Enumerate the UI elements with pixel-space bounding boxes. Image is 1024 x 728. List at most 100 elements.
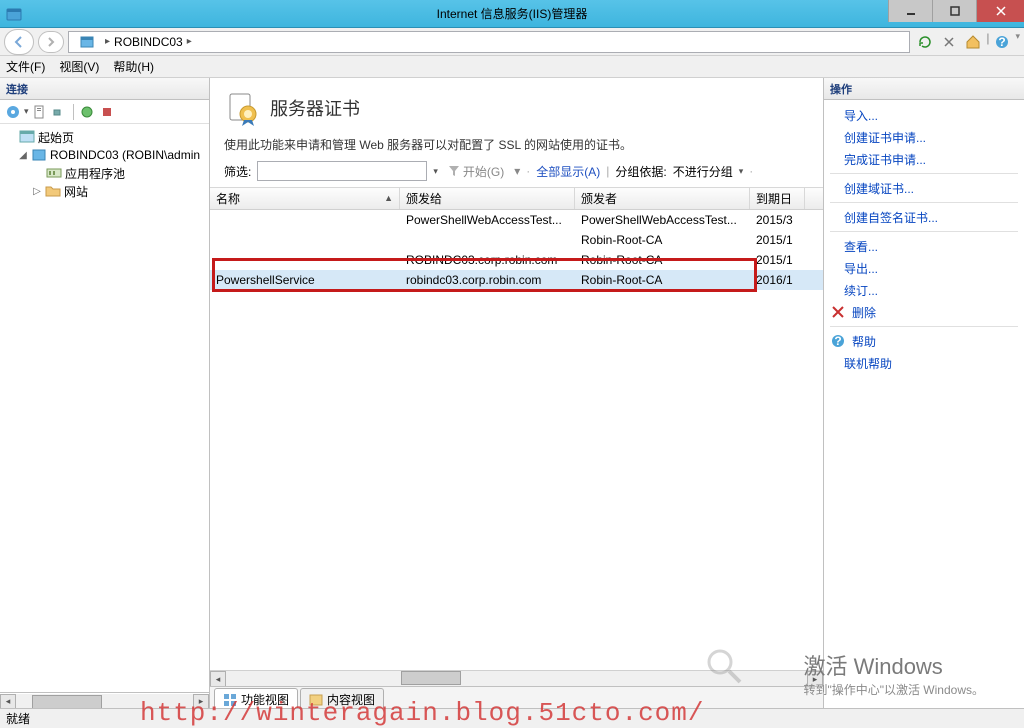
col-expiry[interactable]: 到期日 (750, 188, 805, 209)
tree-label: 网站 (64, 183, 88, 200)
refresh-icon[interactable] (914, 31, 936, 53)
col-issuer[interactable]: 颁发者 (575, 188, 750, 209)
table-row[interactable]: PowershellService robindc03.corp.robin.c… (210, 270, 823, 290)
home-icon[interactable] (962, 31, 984, 53)
tree-app-pools[interactable]: 应用程序池 (2, 164, 207, 182)
action-view[interactable]: 查看... (824, 235, 1024, 257)
chevron-right-icon: ▸ (187, 36, 192, 47)
collapse-icon[interactable]: ◢ (18, 150, 28, 161)
connect-icon[interactable] (4, 103, 22, 121)
action-complete-request[interactable]: 完成证书申请... (824, 148, 1024, 170)
tab-features[interactable]: 功能视图 (214, 688, 298, 710)
menu-help[interactable]: 帮助(H) (113, 58, 154, 75)
content-panel: 服务器证书 使用此功能来申请和管理 Web 服务器可以对配置了 SSL 的网站使… (210, 78, 824, 710)
tree-label: 应用程序池 (65, 165, 125, 182)
filter-label: 筛选: (224, 163, 251, 180)
separator (830, 231, 1018, 232)
action-create-request[interactable]: 创建证书申请... (824, 126, 1024, 148)
content-icon (309, 693, 323, 707)
center-scrollbar[interactable]: ◂ ▸ (210, 670, 823, 686)
col-name[interactable]: 名称▲ (210, 188, 400, 209)
connections-tree: 起始页 ◢ ROBINDC03 (ROBIN\admin 应用程序池 ▷ 网站 (0, 124, 209, 692)
connections-toolbar: ▾ (0, 100, 209, 124)
action-export[interactable]: 导出... (824, 257, 1024, 279)
actions-panel: 操作 导入... 创建证书申请... 完成证书申请... 创建域证书... 创建… (824, 78, 1024, 710)
action-help[interactable]: ? 帮助 (824, 330, 1024, 352)
doc-icon[interactable] (31, 103, 49, 121)
stop2-icon[interactable] (98, 103, 116, 121)
main-area: 连接 ▾ 起始页 ◢ ROBINDC03 (ROBIN\admin (0, 78, 1024, 710)
connections-header: 连接 (0, 78, 209, 100)
tree-label: ROBINDC03 (ROBIN\admin (50, 148, 200, 162)
action-import[interactable]: 导入... (824, 104, 1024, 126)
status-text: 就绪 (6, 710, 30, 727)
action-label: 删除 (852, 304, 876, 321)
action-online-help[interactable]: 联机帮助 (824, 352, 1024, 374)
scroll-left-icon[interactable]: ◂ (210, 671, 226, 687)
breadcrumb-host[interactable]: ROBINDC03 (114, 35, 183, 49)
maximize-button[interactable] (932, 0, 976, 22)
showall-link[interactable]: 全部显示(A) (536, 163, 600, 180)
status-bar: 就绪 (0, 708, 1024, 728)
tree-start-page[interactable]: 起始页 (2, 128, 207, 146)
delete-icon (830, 304, 846, 320)
groupby-label: 分组依据: (615, 163, 666, 180)
tab-content[interactable]: 内容视图 (300, 688, 384, 710)
table-row[interactable]: ROBINDC03.corp.robin.com Robin-Root-CA 2… (210, 250, 823, 270)
grid-body: PowerShellWebAccessTest... PowerShellWeb… (210, 210, 823, 290)
filter-start-button[interactable]: 开始(G) (444, 161, 508, 181)
app-icon (6, 6, 22, 22)
connect2-icon[interactable] (51, 103, 69, 121)
filter-bar: 筛选: ▾ 开始(G) ▾ · 全部显示(A) | 分组依据: 不进行分组 ▾ … (210, 161, 823, 187)
scroll-thumb[interactable] (401, 671, 461, 685)
close-button[interactable] (976, 0, 1024, 22)
help-icon[interactable]: ? (991, 31, 1013, 53)
scroll-thumb[interactable] (32, 695, 102, 709)
tree-sites[interactable]: ▷ 网站 (2, 182, 207, 200)
menu-view[interactable]: 视图(V) (59, 58, 99, 75)
scroll-right-icon[interactable]: ▸ (807, 671, 823, 687)
minimize-button[interactable] (888, 0, 932, 22)
certificate-icon (224, 90, 260, 126)
tree-label: 起始页 (38, 129, 74, 146)
connections-panel: 连接 ▾ 起始页 ◢ ROBINDC03 (ROBIN\admin (0, 78, 210, 710)
expand-icon[interactable]: ▷ (32, 186, 42, 197)
filter-input[interactable] (257, 161, 427, 181)
menu-file[interactable]: 文件(F) (6, 58, 45, 75)
chevron-right-icon: ▸ (105, 36, 110, 47)
svg-text:?: ? (834, 334, 841, 348)
page-description: 使用此功能来申请和管理 Web 服务器可以对配置了 SSL 的网站使用的证书。 (210, 126, 823, 161)
nav-bar: ▸ ROBINDC03 ▸ | ? ▾ (0, 28, 1024, 56)
sort-asc-icon: ▲ (384, 193, 393, 203)
action-renew[interactable]: 续订... (824, 279, 1024, 301)
action-delete[interactable]: 删除 (824, 301, 1024, 323)
window-controls (888, 0, 1024, 22)
title-bar: Internet 信息服务(IIS)管理器 (0, 0, 1024, 28)
svg-text:?: ? (999, 35, 1006, 49)
site-icon[interactable] (78, 103, 96, 121)
menu-bar: 文件(F) 视图(V) 帮助(H) (0, 56, 1024, 78)
tree-server[interactable]: ◢ ROBINDC03 (ROBIN\admin (2, 146, 207, 164)
tab-label: 内容视图 (327, 691, 375, 708)
actions-header: 操作 (824, 78, 1024, 100)
forward-button[interactable] (38, 31, 64, 53)
table-row[interactable]: PowerShellWebAccessTest... PowerShellWeb… (210, 210, 823, 230)
action-create-self[interactable]: 创建自签名证书... (824, 206, 1024, 228)
tab-label: 功能视图 (241, 691, 289, 708)
col-issued-to[interactable]: 颁发给 (400, 188, 575, 209)
filter-start-label: 开始(G) (463, 163, 504, 180)
action-create-domain[interactable]: 创建域证书... (824, 177, 1024, 199)
stop-icon[interactable] (938, 31, 960, 53)
breadcrumb[interactable]: ▸ ROBINDC03 ▸ (68, 31, 910, 53)
groupby-value[interactable]: 不进行分组 (673, 163, 733, 180)
start-icon (19, 129, 35, 145)
back-button[interactable] (4, 29, 34, 55)
window-title: Internet 信息服务(IIS)管理器 (437, 5, 588, 22)
server-icon (79, 34, 95, 50)
table-row[interactable]: Robin-Root-CA 2015/1 (210, 230, 823, 250)
separator (830, 202, 1018, 203)
certificates-grid: 名称▲ 颁发给 颁发者 到期日 PowerShellWebAccessTest.… (210, 187, 823, 290)
app-pool-icon (46, 165, 62, 181)
separator (830, 326, 1018, 327)
help-icon: ? (830, 333, 846, 349)
